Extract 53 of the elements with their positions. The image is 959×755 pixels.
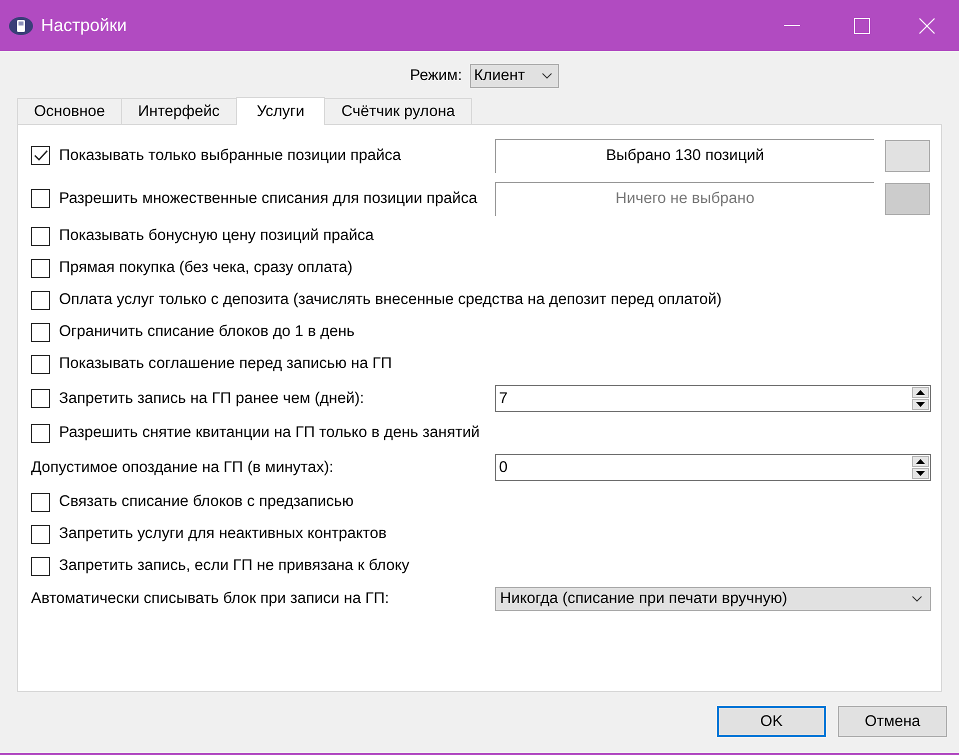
checkbox[interactable]	[31, 290, 50, 310]
number-field[interactable]: 7	[495, 385, 931, 412]
close-icon	[919, 18, 935, 34]
tab[interactable]: Услуги	[236, 97, 326, 125]
option-label: Разрешить снятие квитанции на ГП только в день занятий	[59, 424, 480, 442]
checkbox[interactable]	[31, 226, 50, 246]
option-label: Запретить запись, если ГП не привязана к блоку	[59, 557, 410, 575]
up-triangle-icon	[916, 459, 925, 464]
checkbox[interactable]	[31, 389, 50, 408]
option-label: Запретить запись на ГП ранее чем (дней):	[59, 390, 364, 408]
checkbox[interactable]	[31, 258, 50, 278]
down-triangle-icon	[916, 471, 925, 476]
checkmark-icon	[34, 150, 48, 161]
option-label: Ограничить списание блоков до 1 в день	[59, 323, 355, 341]
spin-up-button[interactable]	[912, 456, 929, 467]
option-label: Запретить услуги для неактивных контрактов	[59, 525, 387, 543]
minimize-icon	[784, 25, 800, 26]
spin-down-button[interactable]	[912, 399, 929, 410]
checkbox[interactable]	[31, 492, 50, 512]
spin-down-button[interactable]	[912, 468, 929, 479]
option-label: Связать списание блоков с предзаписью	[59, 493, 354, 511]
spin-up-button[interactable]	[912, 387, 929, 398]
option-label: Автоматически списывать блок при записи на ГП:	[31, 590, 390, 608]
checkbox[interactable]	[31, 524, 50, 544]
option-label: Показывать соглашение перед записью на ГП	[59, 355, 392, 373]
checkbox[interactable]	[31, 322, 50, 342]
tab[interactable]: Основное	[17, 98, 122, 124]
checkbox[interactable]	[31, 556, 50, 576]
option-label: Разрешить множественные списания для позиции прайса	[59, 190, 478, 208]
number-field[interactable]: 0	[495, 454, 931, 481]
chevron-down-icon	[912, 596, 922, 602]
option-label: Показывать бонусную цену позиций прайса	[59, 227, 374, 245]
up-triangle-icon	[916, 390, 925, 395]
option-label: Показывать только выбранные позиции прайса	[59, 146, 402, 164]
option-label: Допустимое опоздание на ГП (в минутах):	[31, 458, 334, 476]
window-title: Настройки	[41, 15, 127, 36]
mode-dropdown[interactable]: Клиент	[470, 64, 559, 88]
tab[interactable]: Счётчик рулона	[324, 98, 472, 124]
chevron-down-icon	[542, 73, 552, 79]
ok-button[interactable]: OK	[717, 706, 826, 737]
checkbox[interactable]	[31, 189, 50, 208]
option-label: Прямая покупка (без чека, сразу оплата)	[59, 259, 353, 277]
dropdown[interactable]: Никогда (списание при печати вручную)	[495, 586, 931, 610]
option-label: Оплата услуг только с депозита (зачислять внесенные средства на депозит перед оплатой)	[59, 291, 722, 309]
mode-label: Режим:	[410, 67, 462, 85]
maximize-icon	[854, 18, 870, 34]
selection-button[interactable]: Выбрано 130 позиций	[495, 138, 874, 172]
handheld-device-icon	[9, 16, 33, 34]
cancel-button[interactable]: Отмена	[838, 706, 947, 737]
checkbox[interactable]	[31, 354, 50, 374]
down-triangle-icon	[916, 402, 925, 407]
checkbox[interactable]	[31, 424, 50, 442]
checkbox[interactable]	[31, 146, 50, 165]
